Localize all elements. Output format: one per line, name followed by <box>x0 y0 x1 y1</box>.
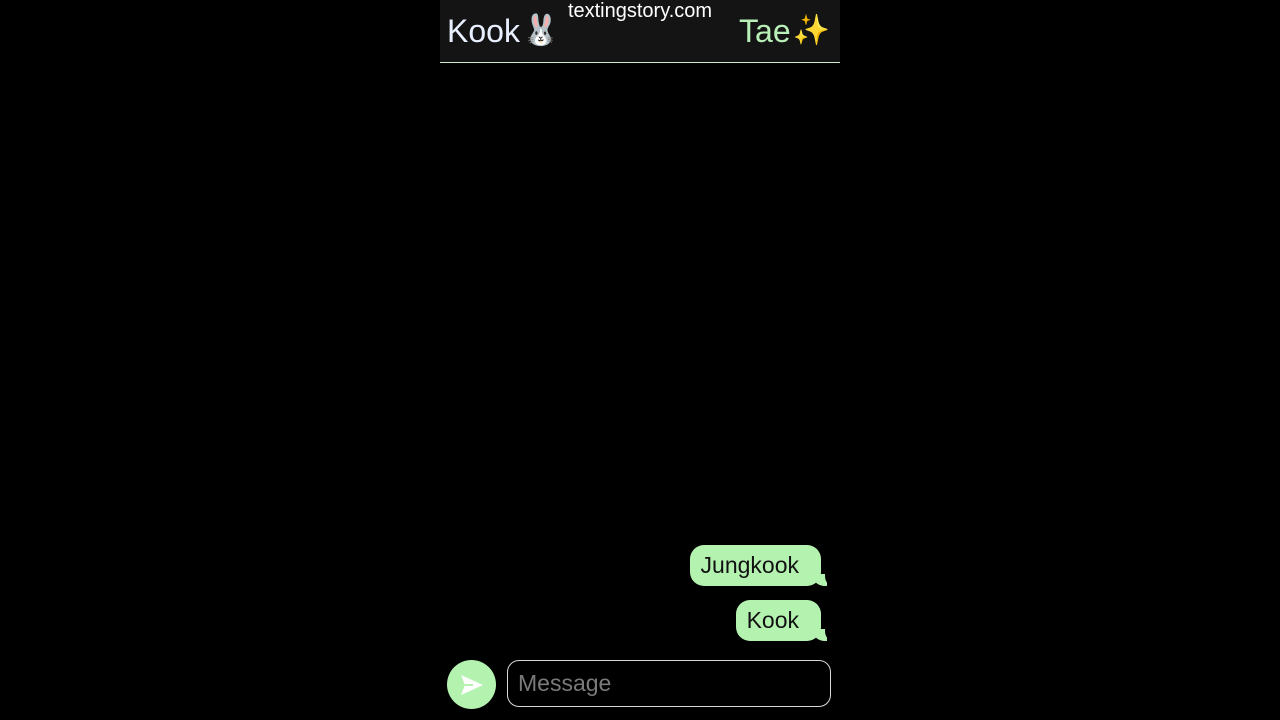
left-contact-name: Kook <box>447 13 520 49</box>
send-arrow-icon <box>460 674 483 695</box>
right-contact[interactable]: Tae ✨ <box>739 12 830 50</box>
sparkles-icon: ✨ <box>792 14 830 47</box>
message-bubble-outgoing: Kook <box>735 600 833 641</box>
send-button[interactable] <box>447 660 496 709</box>
message-input[interactable] <box>507 660 831 707</box>
bunny-icon: 🐰 <box>521 14 560 47</box>
left-contact[interactable]: Kook 🐰 <box>447 12 559 50</box>
chat-screen: textingstory.com Kook 🐰 Tae ✨ Jungkook K… <box>440 0 840 720</box>
chat-header: textingstory.com Kook 🐰 Tae ✨ <box>440 0 840 63</box>
message-text: Jungkook <box>700 552 799 578</box>
message-bubble-outgoing: Jungkook <box>689 545 833 586</box>
right-contact-name: Tae <box>739 13 791 49</box>
message-text: Kook <box>746 607 799 633</box>
